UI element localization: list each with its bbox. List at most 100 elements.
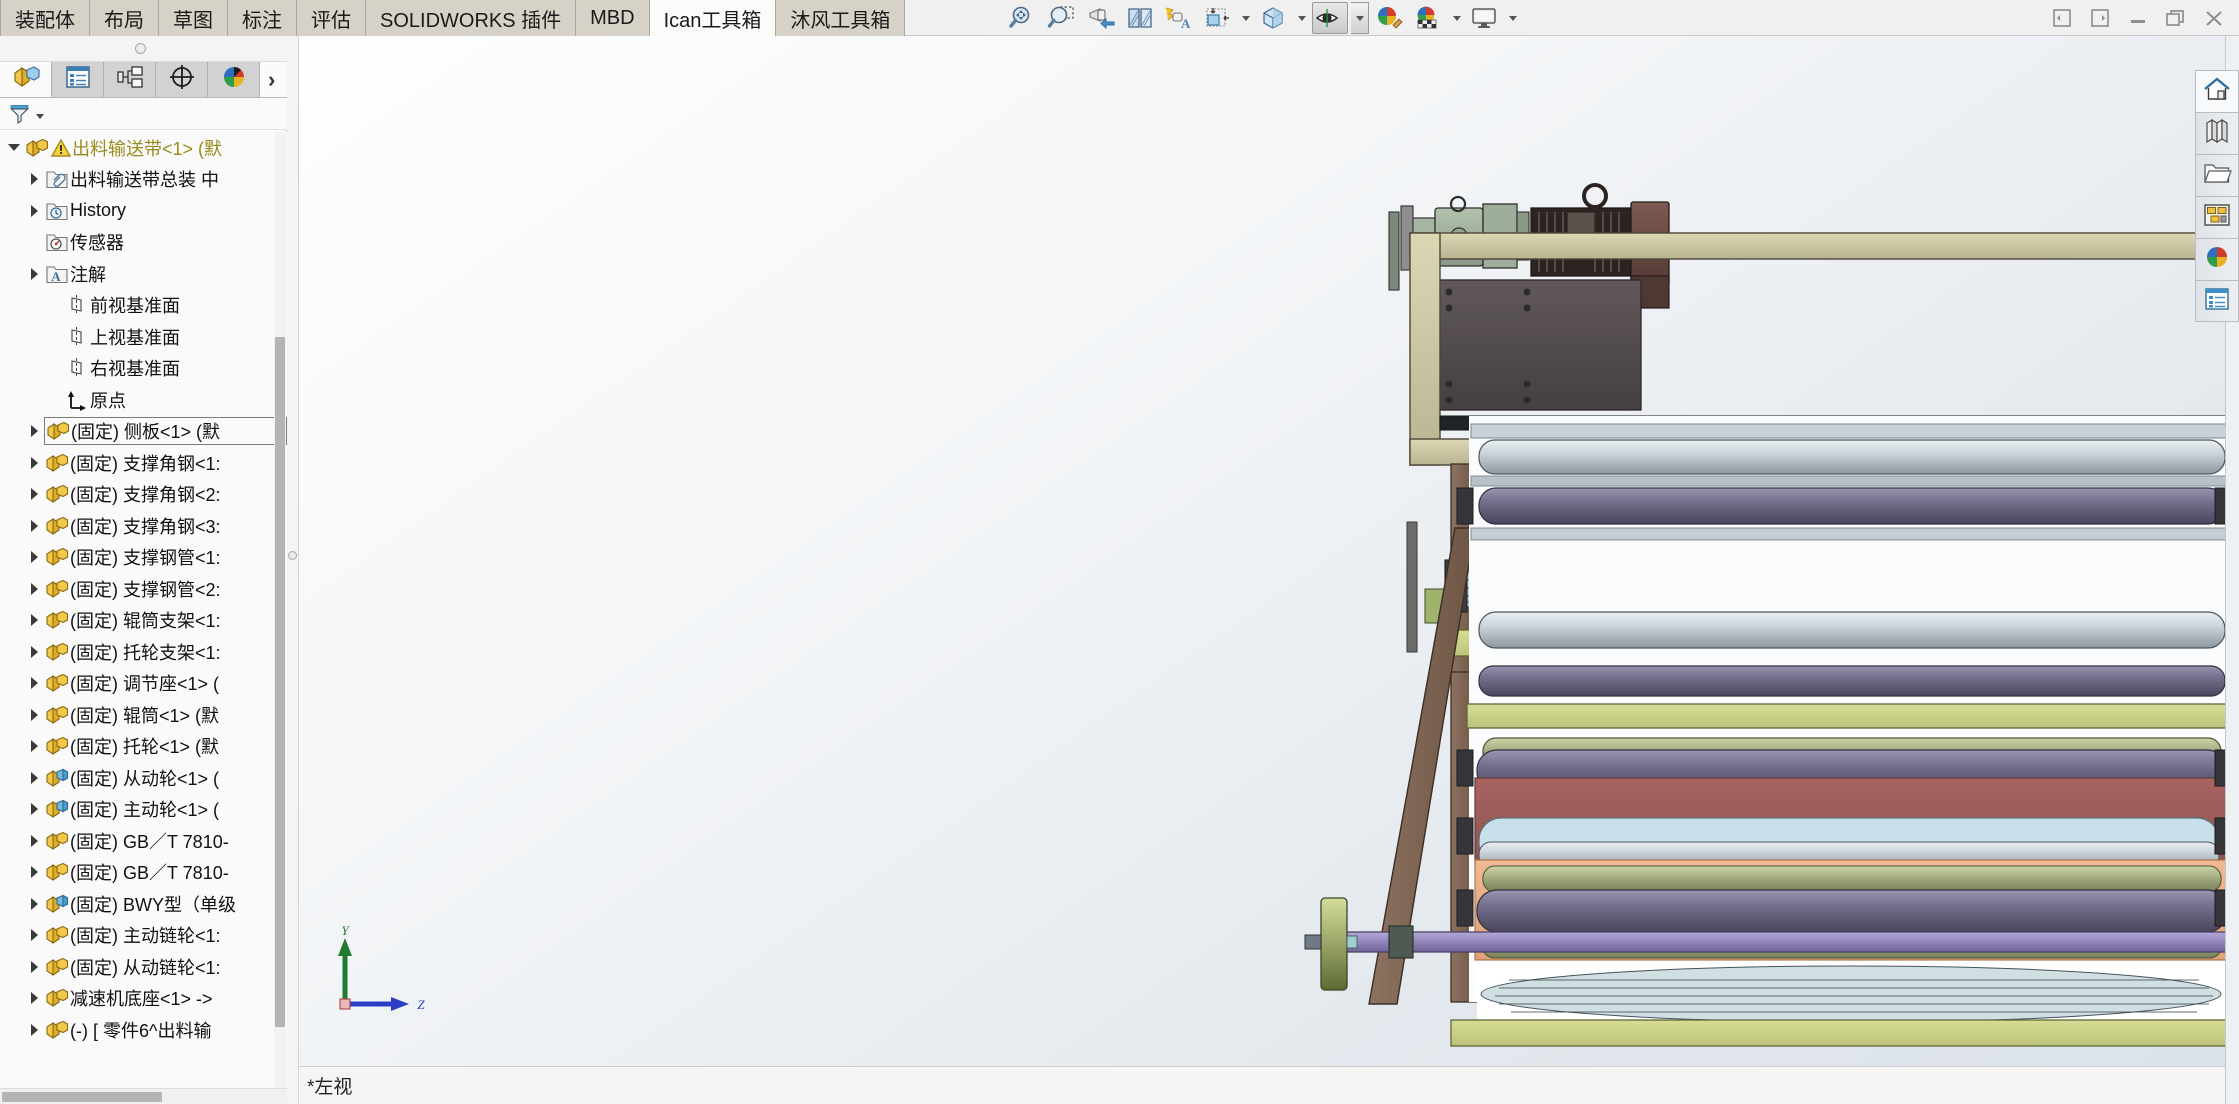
hide-show-items-button[interactable] bbox=[1312, 2, 1348, 34]
tree-item[interactable]: 前视基准面 bbox=[0, 290, 287, 322]
tree-expander-icon[interactable] bbox=[24, 1014, 44, 1045]
tree-item-body[interactable]: A 注解 bbox=[44, 261, 106, 287]
apply-scene-button[interactable] bbox=[1411, 2, 1447, 34]
zoom-to-area-button[interactable] bbox=[1044, 2, 1080, 34]
tree-expander-icon[interactable] bbox=[24, 794, 44, 825]
tree-item[interactable]: 出料输送带总装 中 bbox=[0, 164, 287, 196]
panel-splitter[interactable] bbox=[287, 36, 299, 1104]
tree-expander-icon[interactable] bbox=[24, 983, 44, 1014]
tree-filter-bar[interactable] bbox=[0, 98, 287, 130]
tree-expander-icon[interactable] bbox=[24, 573, 44, 604]
tree-item-body[interactable]: 右视基准面 bbox=[64, 355, 180, 381]
tree-item-body[interactable]: (固定) 调节座<1> ( bbox=[44, 670, 219, 696]
tree-item[interactable]: (固定) 辊筒<1> (默 bbox=[0, 699, 287, 731]
tree-item[interactable]: (固定) 辊筒支架<1: bbox=[0, 605, 287, 637]
tree-item-selected[interactable]: (固定) 侧板<1> (默 bbox=[44, 417, 287, 446]
tree-item-body[interactable]: (固定) 辊筒支架<1: bbox=[44, 607, 221, 633]
ribbon-tab-4[interactable]: 评估 bbox=[297, 0, 366, 36]
tree-item[interactable]: (固定) 从动链轮<1: bbox=[0, 951, 287, 983]
ribbon-tab-1[interactable]: 布局 bbox=[90, 0, 159, 36]
tree-item-body[interactable]: (固定) 托轮支架<1: bbox=[44, 639, 221, 665]
tree-item[interactable]: (固定) 调节座<1> ( bbox=[0, 668, 287, 700]
tree-item[interactable]: 出料输送带<1> (默 bbox=[0, 132, 287, 164]
ribbon-tab-5[interactable]: SOLIDWORKS 插件 bbox=[366, 0, 577, 36]
tree-item[interactable]: 右视基准面 bbox=[0, 353, 287, 385]
tree-item-body[interactable]: (固定) 从动链轮<1: bbox=[44, 954, 221, 980]
display-style-button[interactable] bbox=[1256, 2, 1292, 34]
feature-manager-tab[interactable] bbox=[0, 62, 52, 97]
tree-item-body[interactable]: (固定) 支撑角钢<1: bbox=[44, 450, 221, 476]
edit-appearance-button[interactable] bbox=[1372, 2, 1408, 34]
ribbon-tab-7[interactable]: Ican工具箱 bbox=[649, 0, 777, 36]
annotation-view-button[interactable]: A bbox=[1161, 2, 1197, 34]
tree-item-body[interactable]: (固定) 支撑钢管<1: bbox=[44, 544, 221, 570]
property-manager-tab[interactable] bbox=[52, 62, 104, 97]
feature-tree[interactable]: 出料输送带<1> (默出料输送带总装 中 History 传感器 A 注解前视基准面 上视… bbox=[0, 132, 287, 1104]
tree-item[interactable]: 减速机底座<1> -> bbox=[0, 983, 287, 1015]
previous-view-button[interactable] bbox=[1083, 2, 1119, 34]
tree-expander-icon[interactable] bbox=[24, 447, 44, 478]
tree-item-body[interactable]: History bbox=[44, 200, 126, 222]
configuration-manager-tab[interactable] bbox=[104, 62, 156, 97]
pin-left-button[interactable] bbox=[2045, 3, 2079, 33]
tree-expander-icon[interactable] bbox=[24, 888, 44, 919]
tree-item[interactable]: (-) [ 零件6^出料输 bbox=[0, 1014, 287, 1046]
tree-item[interactable]: (固定) 托轮<1> (默 bbox=[0, 731, 287, 763]
task-pane-appearances-button[interactable] bbox=[2195, 238, 2239, 280]
tree-item-body[interactable]: (固定) GB／T 7810- bbox=[44, 859, 229, 885]
tree-item[interactable]: (固定) 托轮支架<1: bbox=[0, 636, 287, 668]
tree-expander-icon[interactable] bbox=[24, 605, 44, 636]
ribbon-tab-0[interactable]: 装配体 bbox=[0, 0, 90, 36]
tree-item-body[interactable]: (固定) GB／T 7810- bbox=[44, 828, 229, 854]
tree-item[interactable]: A 注解 bbox=[0, 258, 287, 290]
tree-expander-icon[interactable] bbox=[24, 164, 44, 195]
tree-expander-icon[interactable] bbox=[4, 132, 24, 163]
tree-item[interactable]: (固定) 支撑钢管<2: bbox=[0, 573, 287, 605]
view-orientation-caret[interactable] bbox=[1239, 2, 1253, 34]
tree-expander-icon[interactable] bbox=[24, 668, 44, 699]
view-orientation-button[interactable] bbox=[1200, 2, 1236, 34]
filter-caret-icon[interactable] bbox=[36, 114, 44, 119]
tree-item-body[interactable]: 传感器 bbox=[44, 229, 124, 255]
tree-item[interactable]: (固定) GB／T 7810- bbox=[0, 857, 287, 889]
tree-item-body[interactable]: 上视基准面 bbox=[64, 324, 180, 350]
tree-item[interactable]: (固定) 支撑角钢<3: bbox=[0, 510, 287, 542]
restore-button[interactable] bbox=[2159, 3, 2193, 33]
tree-item-body[interactable]: (固定) 支撑钢管<2: bbox=[44, 576, 221, 602]
tree-item-body[interactable]: 原点 bbox=[64, 387, 126, 413]
tree-item-body[interactable]: 减速机底座<1> -> bbox=[44, 985, 213, 1011]
tree-item-body[interactable]: (-) [ 零件6^出料输 bbox=[44, 1017, 211, 1043]
tree-item-body[interactable]: (固定) 辊筒<1> (默 bbox=[44, 702, 219, 728]
apply-scene-caret[interactable] bbox=[1450, 2, 1464, 34]
conveyor-assembly-model[interactable] bbox=[299, 36, 2225, 1066]
minimize-button[interactable] bbox=[2121, 3, 2155, 33]
panel-drag-handle[interactable] bbox=[0, 36, 287, 62]
tree-expander-icon[interactable] bbox=[24, 479, 44, 510]
task-pane-design-library-button[interactable] bbox=[2195, 112, 2239, 154]
tree-expander-icon[interactable] bbox=[24, 542, 44, 573]
tree-item[interactable]: (固定) 支撑角钢<2: bbox=[0, 479, 287, 511]
tree-item[interactable]: 原点 bbox=[0, 384, 287, 416]
display-style-caret[interactable] bbox=[1295, 2, 1309, 34]
tree-expander-icon[interactable] bbox=[24, 416, 44, 447]
tree-item-body[interactable]: (固定) 支撑角钢<2: bbox=[44, 481, 221, 507]
ribbon-tab-3[interactable]: 标注 bbox=[228, 0, 297, 36]
section-view-button[interactable] bbox=[1122, 2, 1158, 34]
tree-item-body[interactable]: (固定) BWY型（单级 bbox=[44, 891, 236, 917]
viewport-button[interactable] bbox=[1467, 2, 1503, 34]
tree-item[interactable]: (固定) 主动链轮<1: bbox=[0, 920, 287, 952]
tree-item-body[interactable]: 出料输送带<1> (默 bbox=[24, 135, 222, 161]
tree-expander-icon[interactable] bbox=[24, 825, 44, 856]
dimxpert-manager-tab[interactable] bbox=[156, 62, 208, 97]
tree-item[interactable]: (固定) BWY型（单级 bbox=[0, 888, 287, 920]
task-pane-custom-properties-button[interactable] bbox=[2195, 280, 2239, 322]
tree-item-body[interactable]: (固定) 主动轮<1> ( bbox=[44, 796, 219, 822]
tree-vertical-scrollbar[interactable] bbox=[274, 132, 286, 1104]
tree-horizontal-scrollbar[interactable] bbox=[0, 1088, 287, 1104]
ribbon-tab-6[interactable]: MBD bbox=[576, 0, 650, 36]
tree-item[interactable]: (固定) 主动轮<1> ( bbox=[0, 794, 287, 826]
tree-expander-icon[interactable] bbox=[24, 258, 44, 289]
tree-item[interactable]: 传感器 bbox=[0, 227, 287, 259]
tree-expander-icon[interactable] bbox=[24, 920, 44, 951]
pin-right-button[interactable] bbox=[2083, 3, 2117, 33]
